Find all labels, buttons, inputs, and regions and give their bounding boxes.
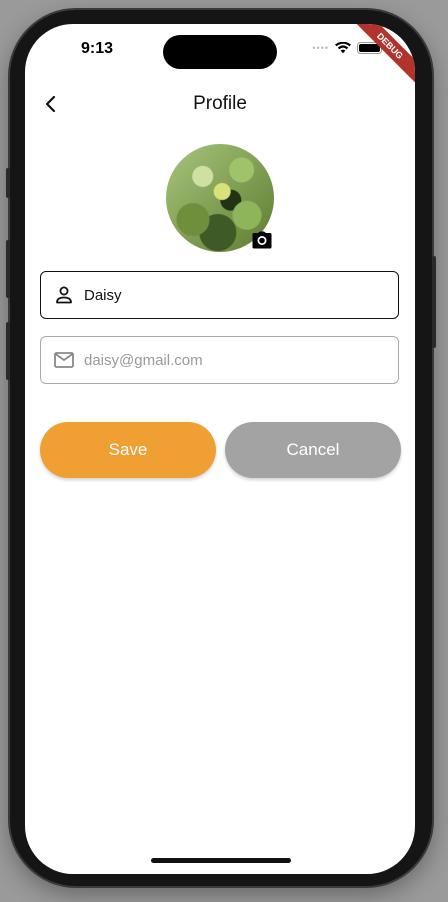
app-screen: 9:13 •••• DEBUG Profile Daisy daisy@gmai… [25, 24, 415, 874]
home-indicator[interactable] [151, 858, 291, 863]
mail-icon [52, 348, 76, 372]
cancel-button[interactable]: Cancel [225, 422, 401, 478]
camera-icon[interactable] [252, 231, 272, 249]
email-placeholder: daisy@gmail.com [84, 351, 203, 369]
status-time: 9:13 [81, 40, 114, 57]
wifi-icon [335, 42, 351, 54]
status-icons: •••• [312, 42, 385, 54]
person-icon [52, 283, 76, 307]
name-field[interactable]: Daisy [40, 271, 399, 319]
page-title: Profile [193, 93, 247, 114]
email-field[interactable]: daisy@gmail.com [40, 336, 399, 384]
dynamic-island [163, 35, 277, 69]
name-value: Daisy [84, 286, 122, 304]
volume-up-button [6, 240, 10, 298]
signal-icon: •••• [312, 43, 329, 53]
save-button[interactable]: Save [40, 422, 216, 478]
volume-down-button [6, 322, 10, 380]
power-button [432, 256, 436, 348]
action-button [6, 168, 10, 198]
